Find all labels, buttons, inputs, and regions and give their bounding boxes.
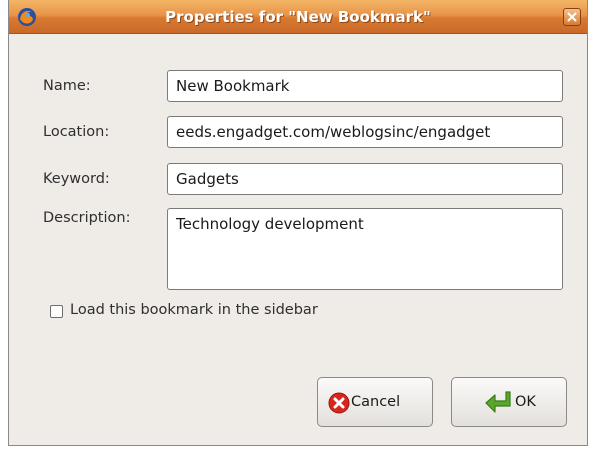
name-field[interactable]: New Bookmark [167, 70, 563, 102]
name-label: Name: [43, 78, 91, 94]
location-label: Location: [43, 124, 110, 140]
cancel-button[interactable]: Cancel [317, 377, 433, 427]
keyword-field[interactable]: Gadgets [167, 163, 563, 195]
close-button[interactable] [563, 8, 581, 26]
window-title: Properties for "New Bookmark" [165, 8, 431, 26]
close-icon [567, 12, 577, 22]
title-bar[interactable]: Properties for "New Bookmark" [9, 0, 587, 34]
ok-button[interactable]: OK [451, 377, 567, 427]
ok-button-label: OK [515, 394, 536, 410]
firefox-icon[interactable] [17, 7, 37, 27]
keyword-label: Keyword: [43, 171, 110, 187]
sidebar-checkbox-label[interactable]: Load this bookmark in the sidebar [70, 302, 318, 318]
ok-arrow-icon [484, 390, 512, 420]
sidebar-checkbox[interactable] [50, 305, 63, 318]
properties-dialog: Properties for "New Bookmark" Name: New … [8, 0, 588, 446]
cancel-button-label: Cancel [351, 394, 401, 410]
description-label: Description: [43, 210, 131, 226]
cancel-icon [328, 392, 350, 418]
location-field[interactable]: eeds.engadget.com/weblogsinc/engadget [167, 116, 563, 148]
description-textarea[interactable]: Technology development [167, 208, 563, 290]
